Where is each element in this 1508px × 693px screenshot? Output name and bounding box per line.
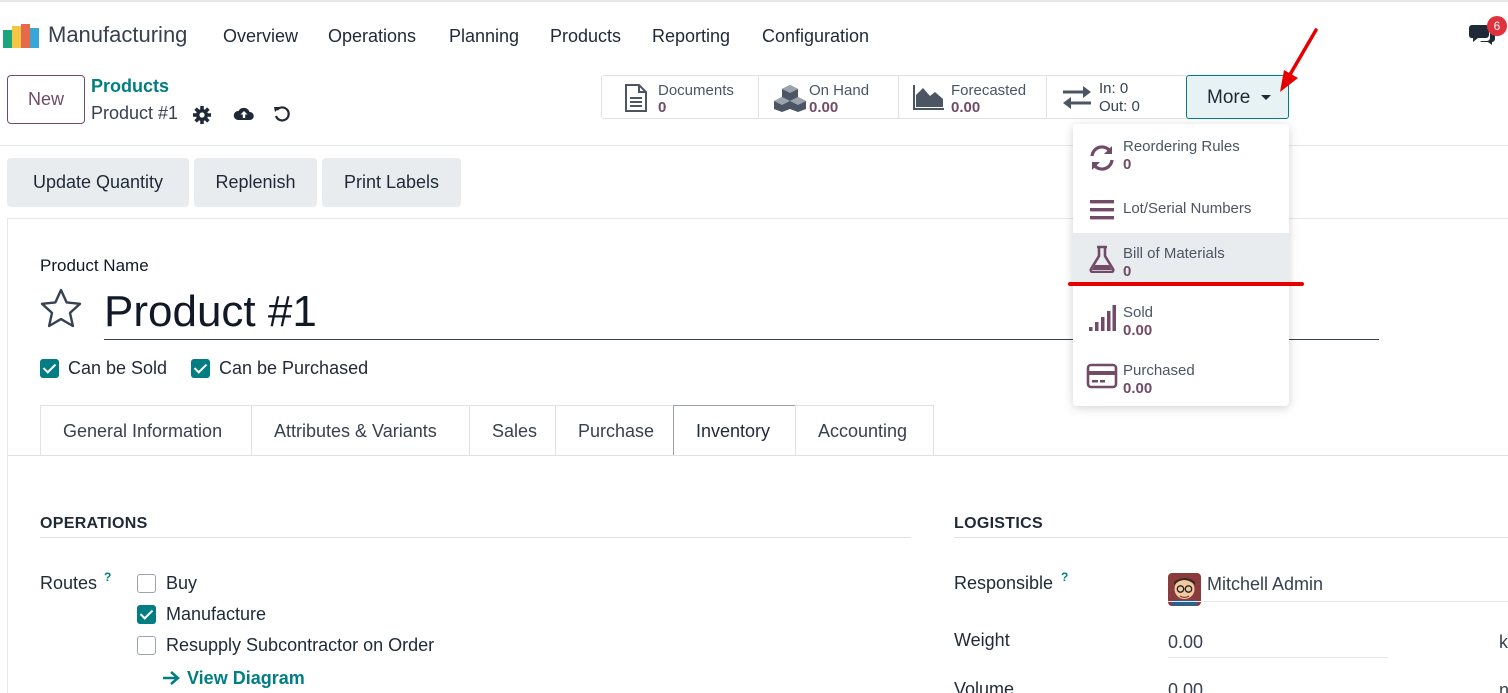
- annotation-underline: [1068, 282, 1304, 286]
- volume-unit: n: [1499, 680, 1508, 693]
- forecasted-value: 0.00: [951, 99, 981, 116]
- on-hand-value: 0.00: [809, 99, 839, 116]
- arrow-right-icon: [163, 671, 180, 685]
- documents-value: 0: [658, 99, 667, 116]
- purchased-value: 0.00: [1123, 380, 1153, 397]
- cubes-icon: [774, 85, 806, 112]
- discard-icon[interactable]: [272, 104, 292, 124]
- dropdown-item-purchased[interactable]: Purchased 0.00: [1073, 348, 1289, 404]
- tab-purchase[interactable]: Purchase: [555, 405, 674, 456]
- refresh-icon: [1090, 145, 1114, 171]
- flask-icon: [1089, 245, 1115, 273]
- breadcrumb-products[interactable]: Products: [91, 76, 169, 97]
- nav-planning[interactable]: Planning: [449, 26, 519, 47]
- more-dropdown-menu: Reordering Rules 0 Lot/Serial Numbers Bi…: [1073, 124, 1289, 406]
- lot-serial-numbers-label: Lot/Serial Numbers: [1123, 200, 1252, 217]
- logistics-divider: [954, 537, 1508, 538]
- nav-configuration[interactable]: Configuration: [762, 26, 869, 47]
- nav-products[interactable]: Products: [550, 26, 621, 47]
- dropdown-item-reordering-rules[interactable]: Reordering Rules 0: [1073, 130, 1289, 186]
- replenish-button[interactable]: Replenish: [194, 158, 317, 207]
- new-button[interactable]: New: [7, 75, 85, 124]
- nav-reporting[interactable]: Reporting: [652, 26, 730, 47]
- credit-card-icon: [1086, 363, 1118, 389]
- responsible-value[interactable]: Mitchell Admin: [1207, 574, 1323, 595]
- sold-label: Sold: [1123, 304, 1154, 321]
- tab-general-information[interactable]: General Information: [40, 405, 252, 456]
- purchased-label: Purchased: [1123, 362, 1195, 379]
- annotation-arrow-icon: [1280, 28, 1318, 92]
- route-resupply-checkbox[interactable]: [137, 636, 156, 655]
- notebook-tabs: General Information Attributes & Variant…: [40, 405, 934, 456]
- route-resupply-label: Resupply Subcontractor on Order: [166, 635, 435, 655]
- responsible-help-icon[interactable]: ?: [1061, 570, 1068, 584]
- on-hand-smart-button[interactable]: On Hand 0.00: [759, 76, 899, 118]
- signal-icon: [1089, 305, 1116, 331]
- volume-input[interactable]: 0.00: [1168, 680, 1203, 693]
- manufacturing-app-icon[interactable]: [3, 22, 39, 48]
- can-be-purchased-label: Can be Purchased: [219, 358, 369, 378]
- on-hand-label: On Hand: [809, 82, 870, 99]
- route-manufacture-checkbox[interactable]: [137, 605, 156, 624]
- tab-attributes-variants[interactable]: Attributes & Variants: [251, 405, 470, 456]
- out-count: Out: 0: [1099, 98, 1140, 115]
- operations-divider: [40, 537, 911, 538]
- tab-sales[interactable]: Sales: [469, 405, 556, 456]
- reordering-rules-label: Reordering Rules: [1123, 138, 1240, 155]
- more-label: More: [1207, 87, 1251, 108]
- responsible-label: Responsible: [954, 573, 1054, 593]
- route-buy-checkbox[interactable]: [137, 574, 156, 593]
- breadcrumb-current: Product #1: [91, 103, 179, 123]
- weight-underline: [1168, 657, 1388, 658]
- dropdown-item-bill-of-materials[interactable]: Bill of Materials 0: [1073, 233, 1289, 283]
- route-manufacture-label: Manufacture: [166, 604, 267, 624]
- gear-icon[interactable]: [192, 105, 212, 125]
- update-quantity-button[interactable]: Update Quantity: [7, 158, 189, 207]
- in-out-smart-button[interactable]: In: 0 Out: 0: [1047, 76, 1187, 118]
- reordering-rules-value: 0: [1123, 156, 1132, 173]
- weight-unit: k: [1499, 632, 1508, 652]
- responsible-underline: [1168, 601, 1508, 602]
- weight-label: Weight: [954, 630, 1010, 650]
- logistics-title: LOGISTICS: [954, 515, 1043, 532]
- operations-title: OPERATIONS: [40, 515, 148, 532]
- in-count: In: 0: [1099, 80, 1129, 97]
- list-icon: [1090, 200, 1114, 220]
- app-name[interactable]: Manufacturing: [48, 22, 187, 48]
- bill-of-materials-label: Bill of Materials: [1123, 245, 1225, 262]
- view-diagram-link[interactable]: View Diagram: [187, 668, 305, 689]
- can-be-sold-label: Can be Sold: [68, 358, 168, 378]
- cloud-upload-icon[interactable]: [233, 104, 255, 124]
- area-chart-icon: [913, 85, 944, 110]
- volume-label: Volume: [954, 679, 1015, 693]
- bill-of-materials-value: 0: [1123, 263, 1132, 280]
- routes-label: Routes: [40, 573, 98, 593]
- route-buy-label: Buy: [166, 573, 198, 593]
- routes-help-icon[interactable]: ?: [104, 570, 111, 584]
- print-labels-button[interactable]: Print Labels: [322, 158, 461, 207]
- chat-badge: 6: [1487, 16, 1507, 36]
- exchange-icon: [1063, 86, 1091, 109]
- tabs-divider: [8, 455, 1508, 456]
- nav-operations[interactable]: Operations: [328, 26, 416, 47]
- documents-label: Documents: [658, 82, 734, 99]
- tab-inventory[interactable]: Inventory: [673, 405, 796, 456]
- forecasted-smart-button[interactable]: Forecasted 0.00: [899, 76, 1047, 118]
- forecasted-label: Forecasted: [951, 82, 1027, 99]
- documents-smart-button[interactable]: Documents 0: [602, 76, 759, 118]
- star-icon[interactable]: [40, 288, 82, 328]
- can-be-purchased-checkbox[interactable]: [191, 359, 210, 378]
- sold-value: 0.00: [1123, 322, 1153, 339]
- can-be-sold-checkbox[interactable]: [40, 359, 59, 378]
- document-icon: [625, 84, 647, 112]
- tab-accounting[interactable]: Accounting: [795, 405, 934, 456]
- smart-buttons: Documents 0 On Hand 0.00 Forecasted 0.00: [601, 75, 1188, 119]
- dropdown-item-sold[interactable]: Sold 0.00: [1073, 290, 1289, 346]
- weight-input[interactable]: 0.00: [1168, 632, 1203, 653]
- product-name-label: Product Name: [40, 256, 149, 275]
- dropdown-item-lot-serial-numbers[interactable]: Lot/Serial Numbers: [1073, 186, 1289, 232]
- nav-overview[interactable]: Overview: [223, 26, 298, 47]
